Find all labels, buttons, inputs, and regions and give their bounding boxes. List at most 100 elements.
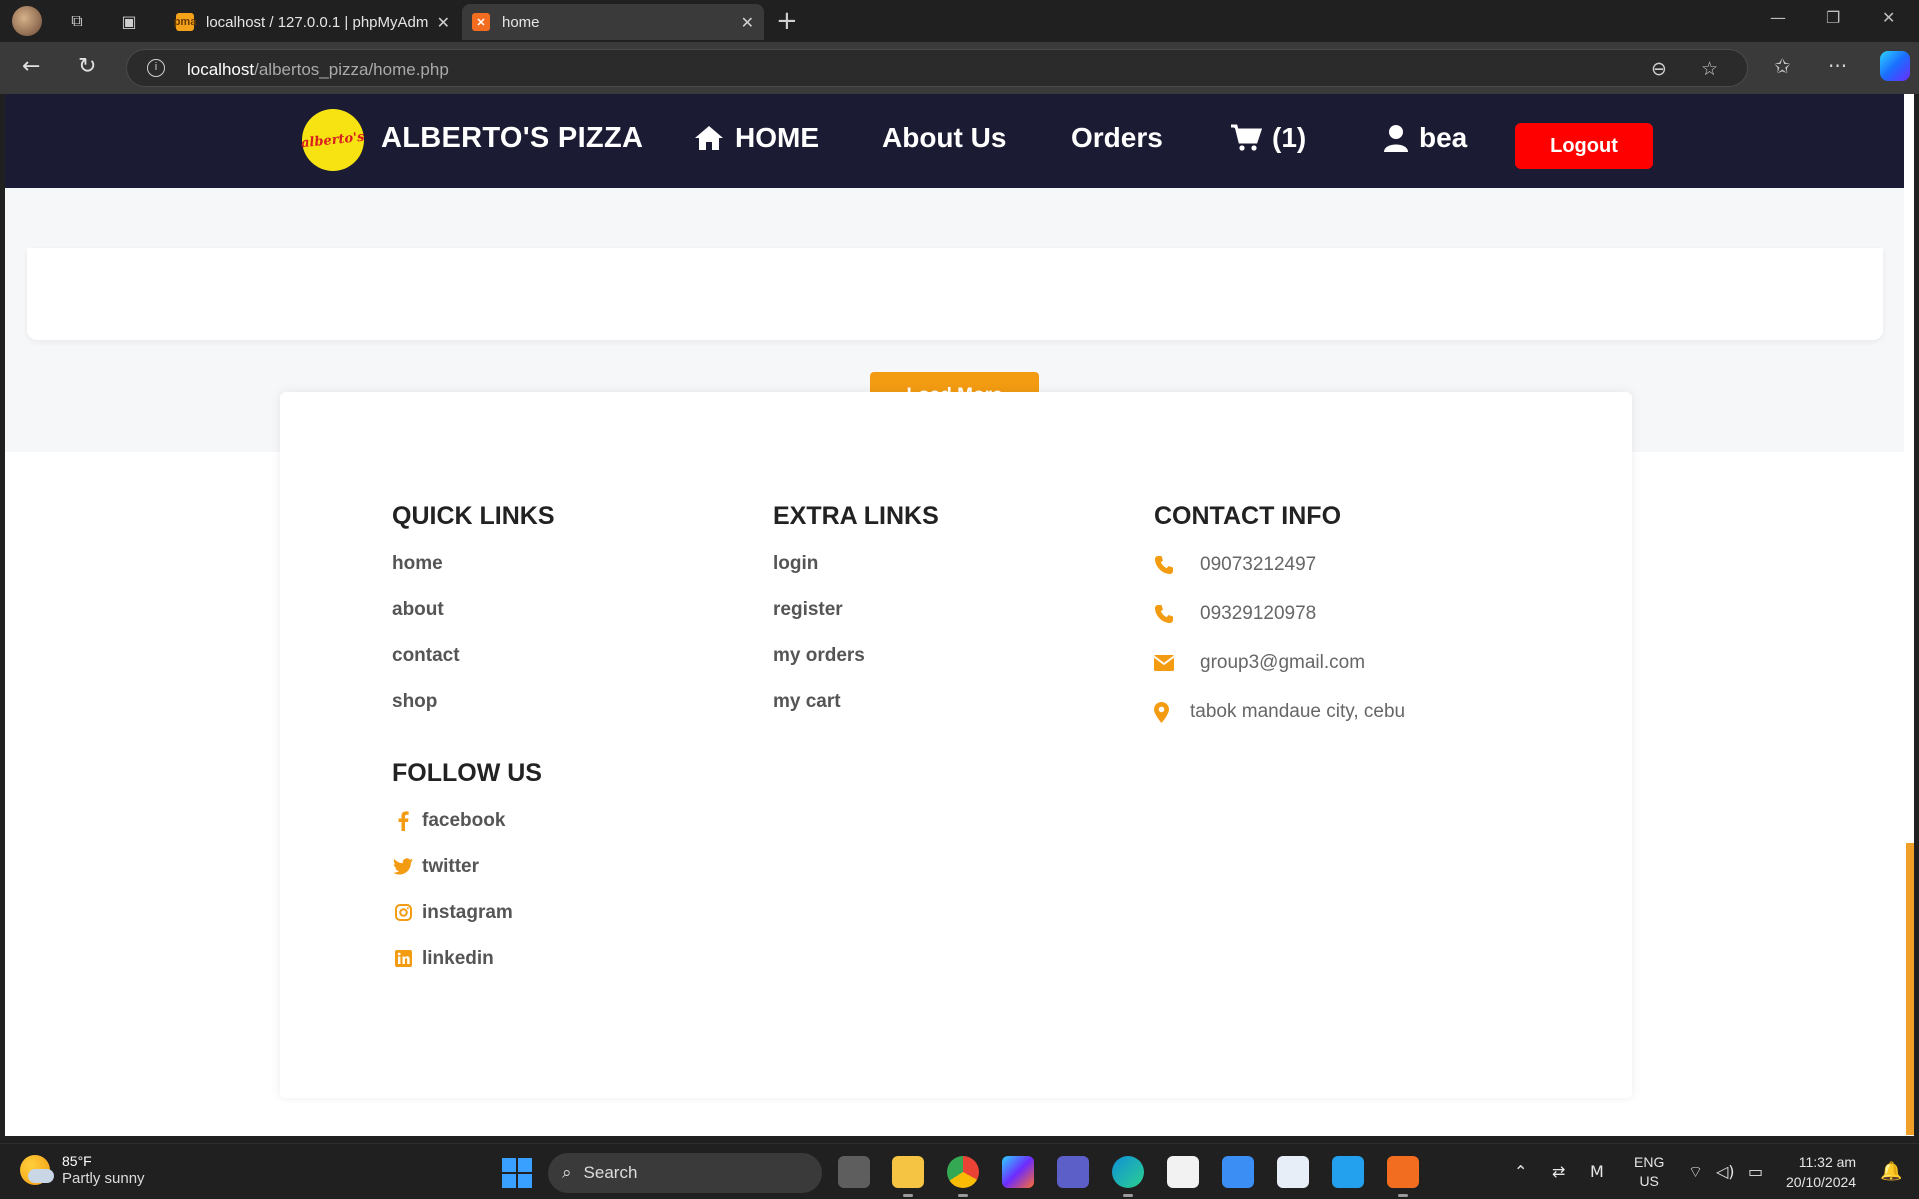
language-indicator[interactable]: ENG US [1634,1153,1664,1191]
tray-settings-icon[interactable]: ⇄ [1552,1162,1565,1181]
more-options-icon[interactable]: ··· [1828,54,1847,78]
wifi-icon[interactable]: ⌔ [1688,1162,1703,1182]
favorite-star-icon[interactable]: ☆ [1701,58,1718,80]
tray-overflow-icon[interactable]: ⌃ [1514,1162,1527,1181]
nav-home[interactable]: HOME [693,122,819,154]
battery-icon[interactable]: ▭ [1748,1162,1763,1181]
footer-link-login[interactable]: login [773,551,939,576]
page-scrollbar-thumb[interactable] [1906,843,1914,1135]
nav-cart[interactable]: (1) [1230,122,1306,154]
tab-home[interactable]: ✕ home ✕ [462,4,764,40]
notification-bell-icon[interactable]: 🔔 [1880,1161,1902,1182]
logout-button[interactable]: Logout [1515,123,1653,169]
browser-tab-bar: ⧉ ▣ pma localhost / 127.0.0.1 | phpMyAdm… [0,0,1919,42]
search-icon: ⌕ [562,1163,572,1183]
extra-links-heading: EXTRA LINKS [773,502,939,530]
cart-count: (1) [1272,122,1307,153]
profile-avatar[interactable] [12,6,42,36]
nav-user[interactable]: bea [1383,122,1467,154]
quick-links-heading: QUICK LINKS [392,502,555,530]
zoom-icon[interactable]: ⊖ [1651,58,1667,80]
onedrive-icon[interactable] [1222,1156,1254,1188]
contact-address: tabok mandaue city, cebu [1154,698,1405,726]
new-tab-icon[interactable]: + [776,6,798,36]
tab-close-icon[interactable]: ✕ [741,13,754,32]
social-link-twitter[interactable]: twitter [392,854,542,879]
tab-phpmyadmin[interactable]: pma localhost / 127.0.0.1 | phpMyAdm ✕ [166,4,460,40]
footer: QUICK LINKS home about contact shop FOLL… [280,392,1632,1098]
weather-sun-icon [20,1154,54,1185]
footer-link-my-cart[interactable]: my cart [773,689,939,714]
instagram-icon [392,904,414,921]
site-info-icon[interactable]: i [147,59,165,77]
home-icon [693,124,725,152]
browser-toolbar: ← ↻ i localhost/albertos_pizza/home.php … [0,42,1919,94]
vertical-tabs-icon[interactable]: ▣ [116,8,142,34]
phone-icon [1154,604,1190,624]
volume-icon[interactable]: ◁) [1716,1162,1735,1181]
windows-taskbar: 85°F Partly sunny ⌕ Search ⌃ ⇄ M ENG US … [0,1143,1919,1199]
system-clock[interactable]: 11:32 am 20/10/2024 [1786,1152,1856,1192]
products-card [27,248,1883,340]
brand-name[interactable]: ALBERTO'S PIZZA [381,122,643,155]
mega-app-icon[interactable] [1277,1156,1309,1188]
copilot-app-icon[interactable] [1002,1156,1034,1188]
pizza-logo[interactable]: alberto's [301,109,365,171]
minimize-icon[interactable]: — [1770,8,1786,27]
nav-orders[interactable]: Orders [1071,122,1163,154]
twitter-icon [392,858,414,875]
linkedin-icon [392,950,414,967]
vscode-icon[interactable] [1332,1156,1364,1188]
envelope-icon [1154,655,1190,671]
tray-app-icon[interactable]: M [1590,1162,1604,1181]
follow-us-heading: FOLLOW US [392,759,542,787]
footer-link-shop[interactable]: shop [392,689,555,714]
contact-info-column: CONTACT INFO 09073212497 09329120978 gro… [1154,502,1405,747]
contact-email[interactable]: group3@gmail.com [1154,649,1405,677]
tab-title: home [502,13,540,31]
footer-link-home[interactable]: home [392,551,555,576]
username: bea [1419,122,1468,153]
edge-icon[interactable] [1112,1156,1144,1197]
facebook-icon [392,810,414,831]
footer-link-register[interactable]: register [773,597,939,622]
contact-info-heading: CONTACT INFO [1154,502,1342,530]
map-marker-icon [1154,701,1180,723]
file-explorer-icon[interactable] [892,1156,924,1197]
quick-links-column: QUICK LINKS home about contact shop [392,502,555,735]
refresh-icon[interactable]: ↻ [78,54,96,79]
chrome-icon[interactable] [947,1156,979,1197]
xampp-favicon-icon: ✕ [472,13,490,31]
user-icon [1383,124,1409,152]
workspaces-icon[interactable]: ⧉ [64,8,90,34]
nav-about[interactable]: About Us [882,122,1006,154]
phone-icon [1154,555,1190,575]
footer-link-about[interactable]: about [392,597,555,622]
task-view-icon[interactable] [838,1156,870,1188]
xampp-icon[interactable] [1387,1156,1419,1197]
extra-links-column: EXTRA LINKS login register my orders my … [773,502,939,735]
taskbar-search[interactable]: ⌕ Search [548,1153,822,1193]
tab-close-icon[interactable]: ✕ [437,13,450,32]
restore-icon[interactable]: ❐ [1826,8,1840,27]
contact-phone-2[interactable]: 09329120978 [1154,600,1405,628]
page-viewport: alberto's ALBERTO'S PIZZA HOME About Us … [5,94,1909,1136]
footer-link-contact[interactable]: contact [392,643,555,668]
weather-widget[interactable]: 85°F Partly sunny [20,1152,145,1187]
store-icon[interactable] [1167,1156,1199,1188]
social-link-linkedin[interactable]: linkedin [392,946,542,971]
phpmyadmin-favicon-icon: pma [174,13,196,31]
follow-us-column: FOLLOW US facebook twitter instagram lin… [392,759,542,992]
back-icon[interactable]: ← [22,54,40,79]
address-bar[interactable]: i localhost/albertos_pizza/home.php ⊖ ☆ [126,49,1748,87]
contact-phone-1[interactable]: 09073212497 [1154,551,1405,579]
window-close-icon[interactable]: ✕ [1882,8,1895,27]
copilot-icon[interactable] [1880,51,1910,81]
teams-icon[interactable] [1057,1156,1089,1188]
favorites-icon[interactable]: ✩ [1774,54,1791,78]
start-button-icon[interactable] [502,1158,532,1188]
tab-title: localhost / 127.0.0.1 | phpMyAdm [206,13,429,31]
social-link-instagram[interactable]: instagram [392,900,542,925]
social-link-facebook[interactable]: facebook [392,808,542,833]
footer-link-my-orders[interactable]: my orders [773,643,939,668]
